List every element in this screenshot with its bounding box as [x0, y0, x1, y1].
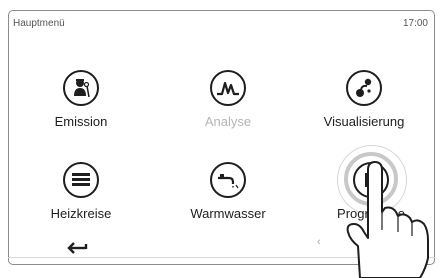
faucet-icon	[210, 162, 246, 198]
divider	[8, 257, 435, 258]
tile-visualisierung[interactable]: Visualisierung	[304, 70, 424, 129]
tile-label: Analyse	[204, 114, 252, 129]
chevron-left-icon[interactable]: ‹	[317, 236, 321, 248]
tile-warmwasser[interactable]: Warmwasser	[168, 162, 288, 221]
tile-label: Warmwasser	[190, 206, 266, 221]
analysis-waveform-icon	[210, 70, 246, 106]
screen-frame	[8, 10, 435, 265]
tile-heizkreise[interactable]: Heizkreise	[21, 162, 141, 221]
tile-label: Visualisierung	[323, 114, 405, 129]
tile-programme[interactable]: Programme	[311, 162, 431, 221]
tile-analyse[interactable]: Analyse	[168, 70, 288, 129]
clock: 17:00	[402, 18, 428, 29]
tile-emission[interactable]: Emission	[21, 70, 141, 129]
tile-label: Programme	[337, 206, 405, 221]
page-title: Hauptmenü	[13, 18, 65, 29]
program-icon	[353, 162, 389, 198]
visualization-icon	[346, 70, 382, 106]
back-arrow-icon[interactable]	[66, 238, 88, 254]
chimney-sweep-icon	[63, 70, 99, 106]
tile-label: Emission	[54, 114, 108, 129]
radiator-icon	[63, 162, 99, 198]
tile-label: Heizkreise	[50, 206, 112, 221]
